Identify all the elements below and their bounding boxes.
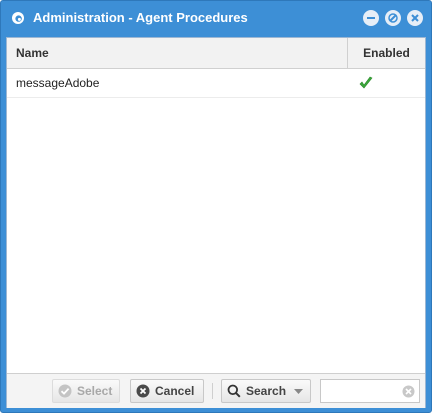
select-button[interactable]: Select <box>52 379 120 403</box>
column-header-enabled[interactable]: Enabled <box>348 38 425 68</box>
cancel-icon <box>136 384 150 398</box>
dialog-window: Administration - Agent Procedures Name E… <box>0 0 432 413</box>
select-label: Select <box>77 384 113 398</box>
minimize-icon <box>367 17 375 19</box>
title-bar[interactable]: Administration - Agent Procedures <box>1 1 431 35</box>
close-button[interactable] <box>407 10 423 26</box>
check-circle-icon <box>58 384 72 398</box>
dialog-body: Name Enabled messageAdobe Select Cancel … <box>6 37 426 408</box>
chevron-down-icon <box>294 389 303 394</box>
search-button[interactable]: Search <box>221 379 311 403</box>
cancel-label: Cancel <box>155 384 195 398</box>
table-row[interactable]: messageAdobe <box>7 69 425 98</box>
restore-button[interactable] <box>385 10 401 26</box>
close-icon <box>411 14 419 22</box>
column-header-name[interactable]: Name <box>7 38 348 68</box>
search-input[interactable] <box>323 382 405 402</box>
bottom-toolbar: Select Cancel Search <box>7 373 425 408</box>
app-logo-icon <box>12 12 24 24</box>
restore-icon <box>388 13 398 23</box>
checkmark-icon <box>359 76 373 89</box>
grid-header: Name Enabled <box>7 38 425 69</box>
clear-search-icon[interactable] <box>402 385 415 398</box>
procedure-name: messageAdobe <box>16 76 100 90</box>
cancel-button[interactable]: Cancel <box>130 379 204 403</box>
search-input-wrapper <box>320 379 420 403</box>
search-label: Search <box>246 384 287 398</box>
toolbar-separator <box>212 383 213 399</box>
minimize-button[interactable] <box>363 10 379 26</box>
search-icon <box>227 384 241 398</box>
window-title: Administration - Agent Procedures <box>33 10 248 25</box>
